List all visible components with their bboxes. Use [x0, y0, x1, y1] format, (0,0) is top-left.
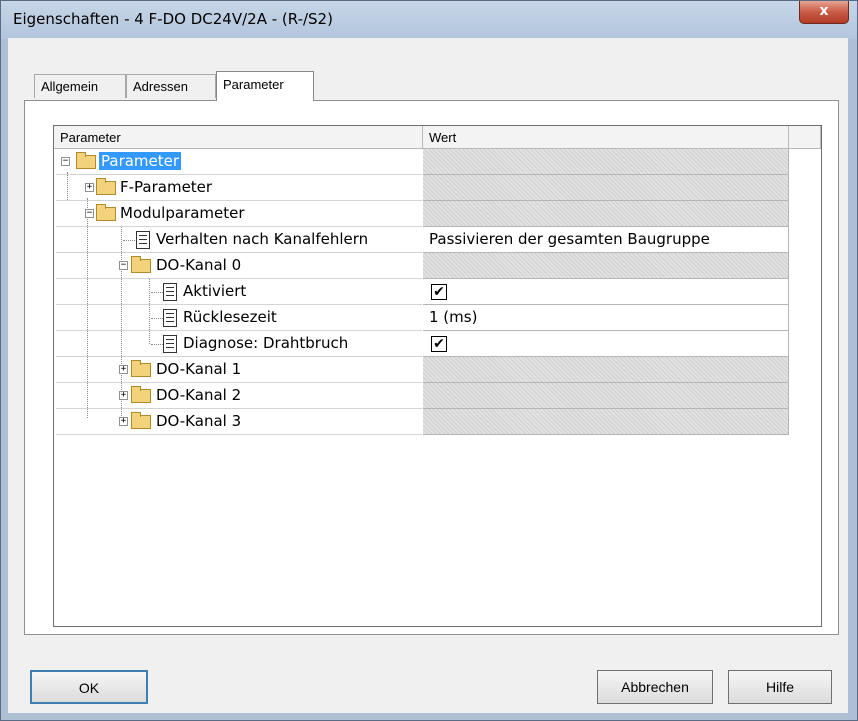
tree-line	[151, 292, 163, 293]
tree-line	[151, 344, 163, 345]
tree-row-do-kanal-2[interactable]: + DO-Kanal 2	[56, 383, 789, 409]
column-header-parameter[interactable]: Parameter	[54, 126, 423, 149]
title-bar[interactable]: Eigenschaften - 4 F-DO DC24V/2A - (R-/S2…	[1, 1, 857, 39]
window-title: Eigenschaften - 4 F-DO DC24V/2A - (R-/S2…	[13, 10, 333, 28]
tree-row-diagnose-drahtbruch[interactable]: Diagnose: Drahtbruch ✔	[56, 331, 789, 357]
row-value-disabled	[423, 201, 789, 227]
expand-icon[interactable]: +	[119, 417, 128, 426]
row-value-disabled	[423, 149, 789, 175]
row-label: DO-Kanal 3	[156, 412, 242, 430]
row-value: Passivieren der gesamten Baugruppe	[429, 230, 710, 248]
tree-row-ruecklesezeit[interactable]: Rücklesezeit 1 (ms)	[56, 305, 789, 331]
row-value-disabled	[423, 409, 789, 435]
ok-button[interactable]: OK	[30, 670, 148, 704]
tree-row-modulparameter[interactable]: − Modulparameter	[56, 201, 789, 227]
folder-icon	[131, 360, 151, 377]
tree-line	[123, 240, 135, 241]
column-header-wert[interactable]: Wert	[423, 126, 789, 149]
row-label: F-Parameter	[120, 178, 213, 196]
parameter-grid[interactable]: Parameter Wert − Parameter + F-Parameter…	[53, 125, 822, 627]
tree-row-verhalten[interactable]: Verhalten nach Kanalfehlern Passivieren …	[56, 227, 789, 253]
parameter-document-icon	[163, 335, 177, 353]
collapse-icon[interactable]: −	[61, 157, 70, 166]
folder-open-icon	[96, 204, 116, 221]
expand-icon[interactable]: +	[119, 391, 128, 400]
tree-row-do-kanal-1[interactable]: + DO-Kanal 1	[56, 357, 789, 383]
tree-row-parameter[interactable]: − Parameter	[56, 149, 789, 175]
row-label: Verhalten nach Kanalfehlern	[156, 230, 369, 248]
row-value-cell[interactable]: Passivieren der gesamten Baugruppe	[423, 227, 789, 253]
tree-row-do-kanal-0[interactable]: − DO-Kanal 0	[56, 253, 789, 279]
collapse-icon[interactable]: −	[119, 261, 128, 270]
help-button[interactable]: Hilfe	[728, 670, 832, 704]
folder-icon	[131, 386, 151, 403]
parameter-document-icon	[163, 309, 177, 327]
row-label: Aktiviert	[183, 282, 247, 300]
row-label: Rücklesezeit	[183, 308, 277, 326]
row-label: DO-Kanal 1	[156, 360, 242, 378]
row-label: Diagnose: Drahtbruch	[183, 334, 349, 352]
close-button[interactable]: x	[799, 1, 849, 24]
tree-row-f-parameter[interactable]: + F-Parameter	[56, 175, 789, 201]
row-label: Modulparameter	[120, 204, 245, 222]
row-value-disabled	[423, 357, 789, 383]
row-label: DO-Kanal 2	[156, 386, 242, 404]
row-value-disabled	[423, 253, 789, 279]
folder-icon	[96, 178, 116, 195]
row-label: DO-Kanal 0	[156, 256, 242, 274]
row-value: 1 (ms)	[429, 308, 478, 326]
aktiviert-checkbox[interactable]: ✔	[431, 284, 447, 300]
tree-line	[151, 318, 163, 319]
folder-open-icon	[131, 256, 151, 273]
row-value-disabled	[423, 175, 789, 201]
collapse-icon[interactable]: −	[85, 209, 94, 218]
tree-row-aktiviert[interactable]: Aktiviert ✔	[56, 279, 789, 305]
tab-allgemein[interactable]: Allgemein	[34, 74, 126, 98]
drahtbruch-checkbox[interactable]: ✔	[431, 336, 447, 352]
parameter-document-icon	[163, 283, 177, 301]
tab-adressen[interactable]: Adressen	[126, 74, 216, 98]
row-label: Parameter	[99, 152, 182, 170]
tab-parameter[interactable]: Parameter	[216, 71, 314, 101]
row-value-cell[interactable]: ✔	[423, 331, 789, 357]
folder-open-icon	[76, 152, 96, 169]
column-header-filler	[789, 126, 821, 149]
expand-icon[interactable]: +	[119, 365, 128, 374]
expand-icon[interactable]: +	[85, 183, 94, 192]
folder-icon	[131, 412, 151, 429]
parameter-document-icon	[136, 231, 150, 249]
row-value-disabled	[423, 383, 789, 409]
row-value-cell[interactable]: ✔	[423, 279, 789, 305]
row-value-cell[interactable]: 1 (ms)	[423, 305, 789, 331]
cancel-button[interactable]: Abbrechen	[597, 670, 713, 704]
tree-row-do-kanal-3[interactable]: + DO-Kanal 3	[56, 409, 789, 435]
